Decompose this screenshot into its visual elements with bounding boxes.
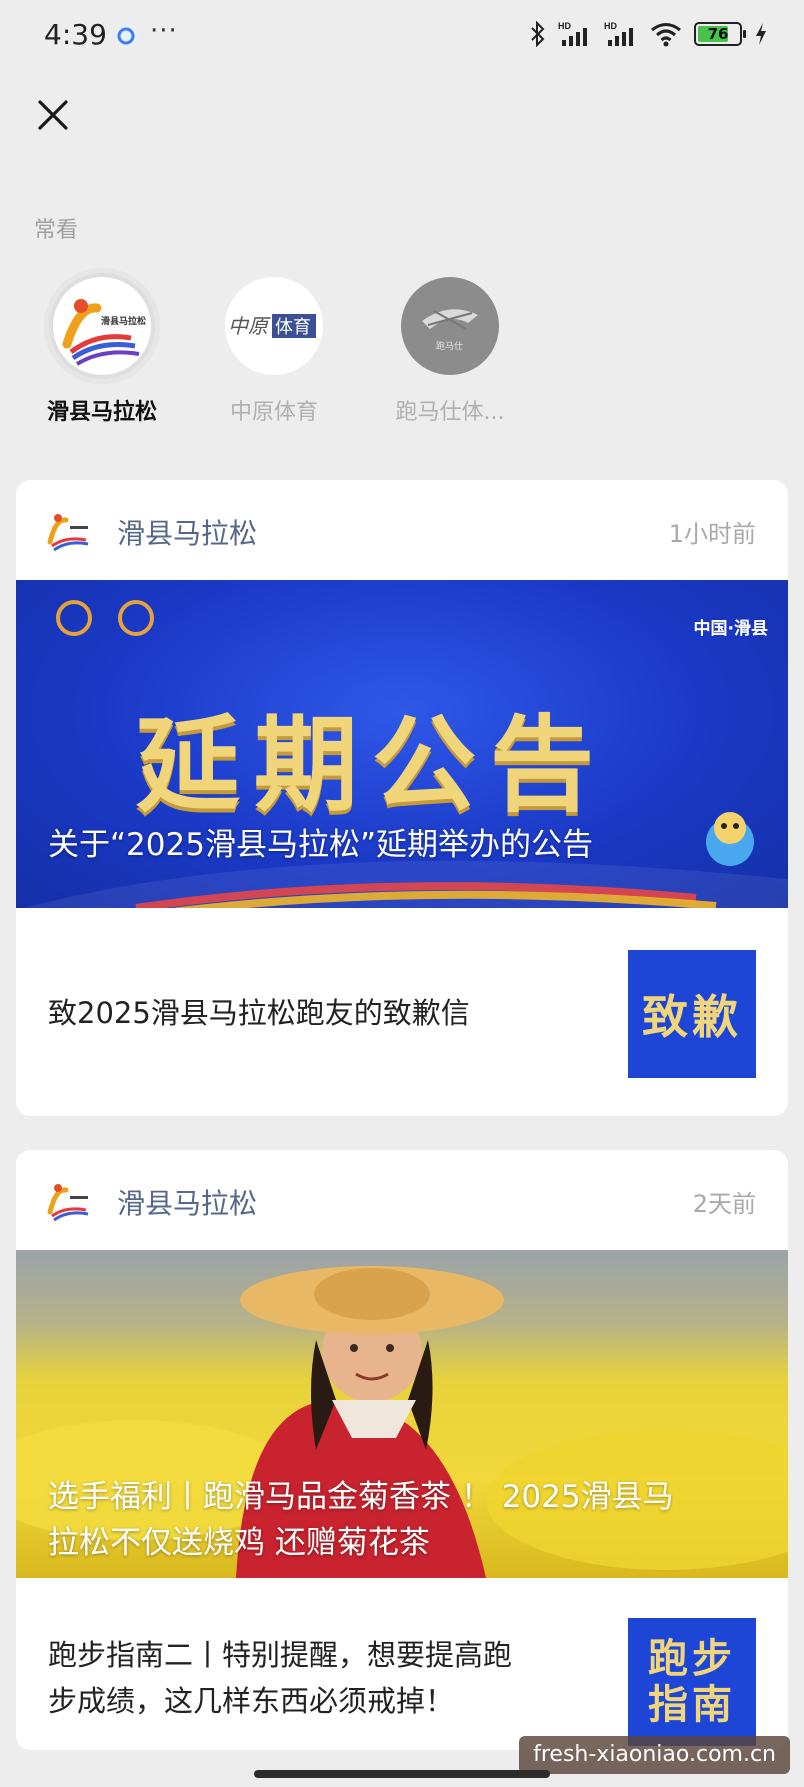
- zhongyuan-logo-text-b: 体育: [275, 317, 311, 338]
- account-logo-icon: [47, 1184, 89, 1222]
- hero-caption-line-1: 选手福利丨跑滑马品金菊香茶 ！ 2025滑县马: [48, 1479, 674, 1515]
- close-button[interactable]: [30, 92, 76, 138]
- svg-text:HD: HD: [604, 21, 617, 31]
- status-bar: 4:39 ··· HD HD 76: [0, 0, 804, 72]
- huaxian-marathon-logo: 滑县马拉松: [62, 299, 146, 366]
- more-notifications-icon: ···: [150, 16, 178, 46]
- paomashi-sports-avatar: 跑马仕: [401, 277, 499, 375]
- hero-caption: 选手福利丨跑滑马品金菊香茶 ！ 2025滑县马 拉松不仅送烧鸡 还赠菊花茶: [48, 1474, 756, 1566]
- charging-icon: [756, 23, 766, 45]
- close-icon: [38, 100, 68, 130]
- frequent-account-zhongyuan-sports[interactable]: 中原 体育 中原体育: [194, 268, 354, 426]
- zhongyuan-logo-text-a: 中原: [228, 314, 271, 338]
- article-card: 滑县马拉松 2天前 选手福利丨跑滑马品金菊香茶 ！ 2025滑县马 拉松不仅送烧…: [16, 1150, 788, 1750]
- paomashi-logo: 跑马仕: [422, 309, 478, 352]
- sub-article-title-line-2: 步成绩，这几样东西必须戒掉！: [48, 1684, 455, 1718]
- sub-article-thumbnail: 致歉: [628, 950, 756, 1078]
- hero-article[interactable]: 中国·滑县 延期公告 关于“2025滑县马拉松”延期举办的公告: [16, 580, 788, 908]
- bluetooth-icon: [531, 21, 545, 47]
- frequent-account-name: 滑县马拉松: [46, 400, 157, 425]
- wifi-icon: [651, 23, 681, 47]
- zhongyuan-sports-avatar: 中原 体育: [225, 277, 323, 375]
- sub-article[interactable]: 跑步指南二丨特别提醒，想要提高跑 步成绩，这几样东西必须戒掉！ 跑步 指南: [16, 1578, 788, 1750]
- sub-article[interactable]: 致2025滑县马拉松跑友的致歉信 致歉: [16, 908, 788, 1116]
- huaxian-marathon-avatar: 滑县马拉松: [53, 277, 151, 375]
- card-header[interactable]: 滑县马拉松 2天前: [16, 1150, 788, 1250]
- thumbnail-text: 致歉: [642, 990, 742, 1044]
- hero-caption: 关于“2025滑县马拉松”延期举办的公告: [48, 827, 594, 863]
- home-indicator[interactable]: [254, 1770, 550, 1778]
- signal-hd-icon-1: HD: [558, 21, 587, 46]
- thumbnail-text-line-1: 跑步: [648, 1636, 736, 1682]
- sub-article-title: 跑步指南二丨特别提醒，想要提高跑 步成绩，这几样东西必须戒掉！: [48, 1632, 512, 1724]
- hero-big-title: 延期公告: [136, 704, 609, 826]
- frequent-account-huaxian-marathon[interactable]: 滑县马拉松 滑县马拉松: [22, 268, 182, 426]
- account-logo-icon: [47, 514, 89, 552]
- huaxian-logo-text: 滑县马拉松: [101, 315, 146, 326]
- post-time: 1小时前: [668, 520, 756, 548]
- frequent-account-paomashi-sports[interactable]: 跑马仕 跑马仕体...: [370, 268, 530, 426]
- svg-text:HD: HD: [558, 21, 571, 31]
- card-header[interactable]: 滑县马拉松 1小时前: [16, 480, 788, 580]
- account-name: 滑县马拉松: [117, 517, 258, 550]
- sub-article-title-line-1: 跑步指南二丨特别提醒，想要提高跑: [48, 1638, 513, 1672]
- app-notification-icon: [115, 25, 137, 47]
- section-label-frequent: 常看: [34, 218, 79, 243]
- thumbnail-text-line-2: 指南: [648, 1682, 736, 1728]
- hero-place: 中国·滑县: [693, 619, 768, 639]
- article-card: 滑县马拉松 1小时前 中国·滑县 延期公告 关于“2025滑县马拉松”延期举办的…: [16, 480, 788, 1116]
- signal-hd-icon-2: HD: [604, 21, 633, 46]
- watermark: fresh-xiaoniao.com.cn: [519, 1736, 790, 1774]
- sub-article-thumbnail: 跑步 指南: [628, 1618, 756, 1746]
- battery-icon: 76: [694, 22, 746, 46]
- paomashi-logo-text: 跑马仕: [436, 340, 463, 352]
- post-time: 2天前: [692, 1190, 756, 1218]
- status-time: 4:39: [44, 18, 107, 51]
- frequent-account-name: 中原体育: [229, 400, 318, 425]
- sub-article-title: 致2025滑县马拉松跑友的致歉信: [48, 996, 470, 1030]
- battery-level: 76: [707, 25, 729, 43]
- hero-caption-line-2: 拉松不仅送烧鸡 还赠菊花茶: [48, 1525, 430, 1561]
- hero-article[interactable]: 选手福利丨跑滑马品金菊香茶 ！ 2025滑县马 拉松不仅送烧鸡 还赠菊花茶: [16, 1250, 788, 1578]
- frequent-account-name: 跑马仕体...: [395, 400, 505, 425]
- zhongyuan-sports-logo: 中原 体育: [228, 314, 316, 338]
- account-name: 滑县马拉松: [117, 1187, 258, 1220]
